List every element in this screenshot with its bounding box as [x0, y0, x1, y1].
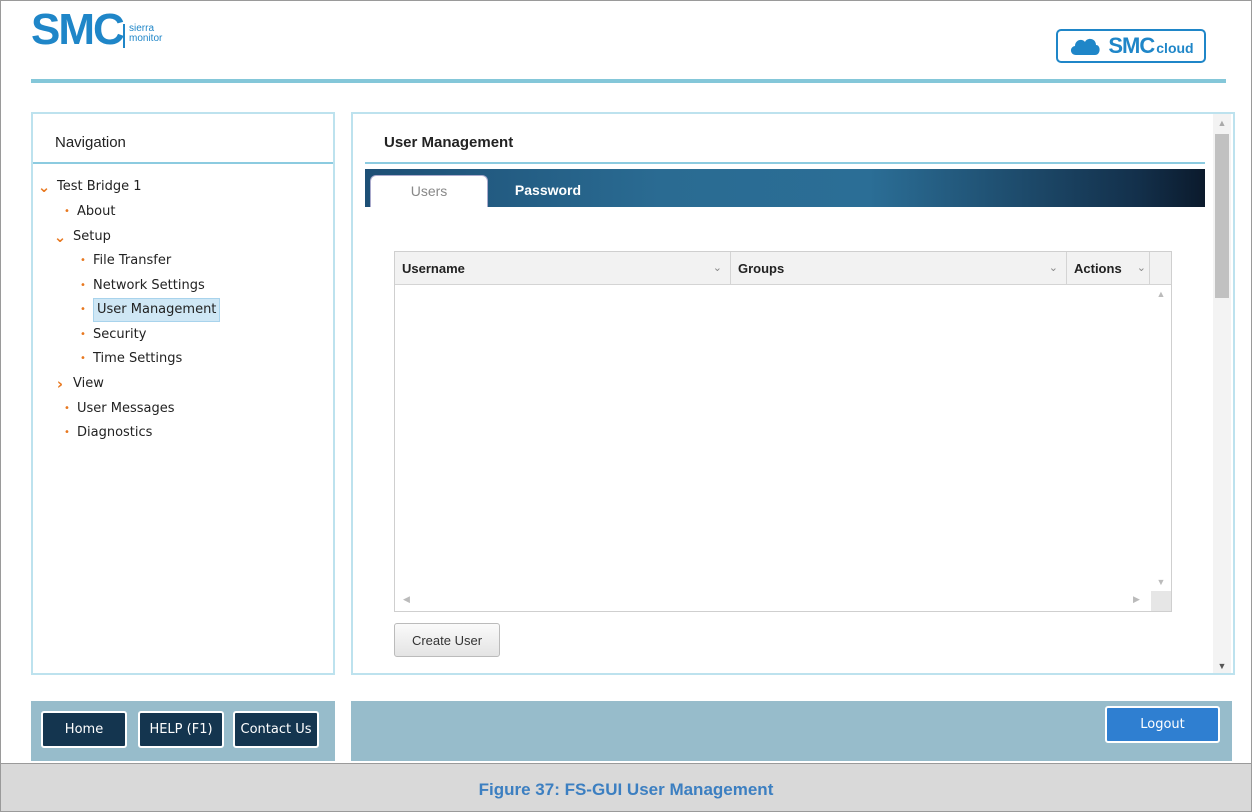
chevron-down-icon[interactable]: ⌄	[713, 252, 722, 285]
bullet-icon: •	[80, 255, 86, 266]
nav-item-test-bridge-1[interactable]: ⌄ Test Bridge 1	[37, 176, 142, 198]
navigation-title: Navigation	[55, 134, 126, 151]
nav-item-label: Network Settings	[93, 278, 205, 293]
bullet-icon: •	[64, 427, 70, 438]
table-header: Username ⌄ Groups ⌄ Actions ⌄	[395, 252, 1171, 285]
column-header-label: Groups	[738, 261, 785, 276]
table-vertical-scrollbar[interactable]: ▲ ▼	[1151, 285, 1171, 591]
chevron-down-icon[interactable]: ⌄	[1137, 252, 1146, 285]
nav-item-view[interactable]: › View	[53, 373, 104, 395]
logo-badge: sierra monitor	[123, 24, 163, 48]
column-header-actions[interactable]: Actions ⌄	[1067, 252, 1150, 285]
nav-item-label: View	[73, 376, 104, 391]
logo-wordmark: SMC	[31, 5, 125, 54]
scroll-down-icon[interactable]: ▼	[1151, 577, 1171, 587]
scroll-up-icon[interactable]: ▲	[1151, 289, 1171, 299]
content-panel: User Management Users Password Username …	[351, 112, 1235, 675]
bullet-icon: •	[80, 329, 86, 340]
nav-item-label: About	[77, 204, 116, 219]
column-header-username[interactable]: Username ⌄	[395, 252, 731, 285]
footer-right-bar: Logout	[351, 701, 1232, 761]
app-window: SMC sierra monitor SMC cloud Navigation …	[0, 0, 1252, 764]
scroll-right-icon[interactable]: ▶	[1133, 594, 1140, 605]
chevron-down-icon[interactable]: ⌄	[53, 226, 67, 248]
logout-button[interactable]: Logout	[1105, 706, 1220, 743]
tab-bar: Users Password	[365, 169, 1205, 207]
chevron-down-icon[interactable]: ⌄	[1049, 252, 1058, 285]
figure-caption: Figure 37: FS-GUI User Management	[0, 764, 1252, 812]
page-title: User Management	[384, 134, 514, 151]
nav-item-about[interactable]: • About	[63, 201, 115, 223]
header-divider	[31, 79, 1226, 83]
nav-item-network-settings[interactable]: • Network Settings	[79, 275, 205, 297]
navigation-panel: Navigation ⌄ Test Bridge 1 • About ⌄ Set…	[31, 112, 335, 675]
bullet-icon: •	[80, 280, 86, 291]
chevron-down-icon[interactable]: ⌄	[37, 176, 51, 198]
column-header-groups[interactable]: Groups ⌄	[731, 252, 1067, 285]
nav-item-label: User Management	[93, 298, 221, 322]
table-horizontal-scrollbar[interactable]: ◀ ▶	[395, 591, 1171, 611]
scroll-left-icon[interactable]: ◀	[403, 594, 410, 605]
nav-item-label: User Messages	[77, 401, 175, 416]
nav-item-label: Test Bridge 1	[57, 179, 142, 194]
cloud-logo-sub: cloud	[1156, 40, 1194, 56]
help-button[interactable]: HELP (F1)	[138, 711, 224, 748]
column-header-label: Username	[402, 261, 465, 276]
bullet-icon: •	[80, 304, 86, 315]
content-divider	[365, 162, 1205, 164]
contact-us-button[interactable]: Contact Us	[233, 711, 319, 748]
bullet-icon: •	[64, 403, 70, 414]
cloud-icon	[1071, 38, 1101, 55]
scroll-down-icon[interactable]: ▼	[1213, 661, 1231, 671]
home-button[interactable]: Home	[41, 711, 127, 748]
smc-cloud-link[interactable]: SMC cloud	[1056, 29, 1206, 63]
nav-item-user-messages[interactable]: • User Messages	[63, 398, 175, 420]
navigation-divider	[33, 162, 333, 164]
scrollbar-corner	[1151, 591, 1171, 611]
nav-item-label: Diagnostics	[77, 425, 153, 440]
tab-users[interactable]: Users	[370, 175, 488, 207]
nav-item-setup[interactable]: ⌄ Setup	[53, 226, 111, 248]
footer-left-bar: Home HELP (F1) Contact Us	[31, 701, 335, 761]
tab-password[interactable]: Password	[493, 175, 603, 207]
create-user-button[interactable]: Create User	[394, 623, 500, 657]
nav-item-user-management[interactable]: • User Management	[79, 298, 221, 322]
bullet-icon: •	[64, 206, 70, 217]
nav-item-label: File Transfer	[93, 253, 172, 268]
column-header-label: Actions	[1074, 261, 1122, 276]
nav-item-label: Time Settings	[93, 351, 183, 366]
chevron-right-icon[interactable]: ›	[53, 373, 67, 395]
nav-item-time-settings[interactable]: • Time Settings	[79, 348, 182, 370]
users-table: Username ⌄ Groups ⌄ Actions ⌄ ▲ ▼ ◀ ▶	[394, 251, 1172, 612]
nav-item-label: Setup	[73, 229, 111, 244]
nav-item-diagnostics[interactable]: • Diagnostics	[63, 422, 152, 444]
nav-item-file-transfer[interactable]: • File Transfer	[79, 250, 171, 272]
scroll-up-icon[interactable]: ▲	[1213, 118, 1231, 128]
logo-badge-line2: monitor	[129, 33, 163, 44]
nav-item-security[interactable]: • Security	[79, 324, 146, 346]
cloud-logo-text: SMC	[1108, 33, 1155, 58]
page-vertical-scrollbar[interactable]: ▲ ▼	[1213, 114, 1231, 673]
nav-item-label: Security	[93, 327, 147, 342]
scrollbar-thumb[interactable]	[1215, 134, 1229, 298]
bullet-icon: •	[80, 353, 86, 364]
